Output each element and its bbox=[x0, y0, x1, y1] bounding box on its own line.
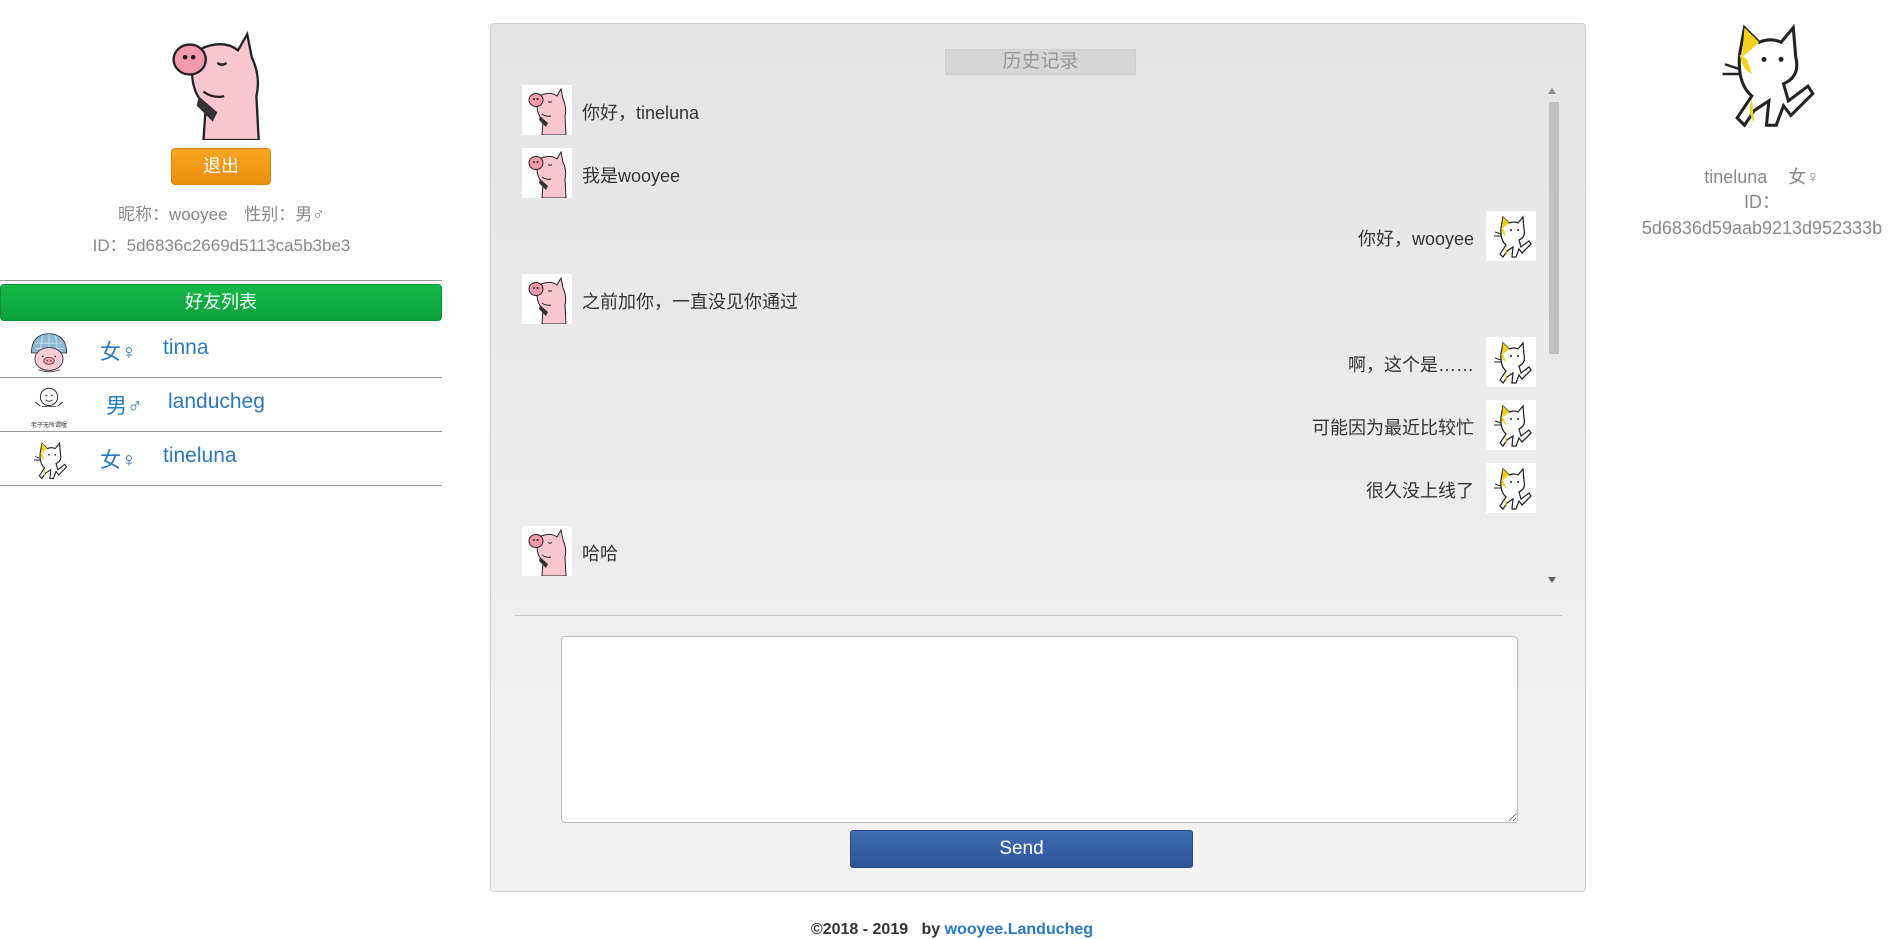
message-item: 啊，这个是…… bbox=[1136, 337, 1536, 387]
friends-list-header: 好友列表 bbox=[0, 284, 442, 321]
peer-gender: 女♀ bbox=[1788, 167, 1820, 187]
message-text: 之前加你，一直没见你通过 bbox=[582, 292, 798, 312]
friend-avatar bbox=[27, 438, 71, 482]
history-button[interactable]: 历史记录 bbox=[945, 49, 1136, 75]
message-avatar bbox=[1486, 463, 1536, 513]
pig-icon bbox=[522, 526, 572, 576]
friend-avatar bbox=[27, 330, 71, 374]
message-avatar bbox=[1486, 211, 1536, 261]
send-button[interactable]: Send bbox=[850, 830, 1193, 868]
message-text: 你好，wooyee bbox=[1357, 229, 1474, 249]
pig-icon bbox=[155, 25, 275, 140]
message-avatar bbox=[522, 85, 572, 135]
yellow-cat-icon bbox=[1486, 337, 1536, 387]
friend-gender: 男♂ bbox=[106, 395, 143, 418]
smiley-face-icon bbox=[27, 384, 71, 420]
divider bbox=[0, 280, 442, 281]
yellow-cat-icon bbox=[1486, 400, 1536, 450]
pig-icon bbox=[522, 148, 572, 198]
message-text: 哈哈 bbox=[582, 544, 618, 564]
peer-id-value: 5d6836d59aab9213d952333b bbox=[1641, 218, 1883, 238]
scrollbar-thumb[interactable] bbox=[1549, 102, 1559, 354]
my-info-line: 昵称：wooyee 性别：男♂ bbox=[0, 200, 443, 225]
friend-gender: 女♀ bbox=[100, 341, 137, 364]
message-avatar bbox=[1486, 400, 1536, 450]
my-gender: 性别：男♂ bbox=[244, 205, 326, 224]
message-list[interactable]: 你好，tineluna 我是wooyee 你好，wooyee 之前加你，一直没见… bbox=[520, 85, 1560, 585]
message-item: 你好，wooyee bbox=[1136, 211, 1536, 261]
peer-info-line: tineluna 女♀ bbox=[1620, 163, 1904, 189]
message-text: 我是wooyee bbox=[582, 166, 681, 186]
my-avatar bbox=[155, 25, 275, 140]
footer: ©2018 - 2019 by wooyee.Landucheg bbox=[0, 921, 1904, 939]
yellow-cat-icon bbox=[1486, 211, 1536, 261]
friend-name[interactable]: landucheg bbox=[168, 390, 265, 414]
friend-name[interactable]: tinna bbox=[163, 336, 209, 360]
message-text: 啊，这个是…… bbox=[1348, 355, 1474, 375]
peer-name: tineluna bbox=[1704, 167, 1768, 187]
footer-copyright: ©2018 - 2019 bbox=[810, 921, 909, 938]
my-id: ID：5d6836c2669d5113ca5b3be3 bbox=[92, 236, 351, 255]
message-avatar bbox=[522, 274, 572, 324]
message-avatar bbox=[522, 526, 572, 576]
message-avatar bbox=[1486, 337, 1536, 387]
friend-avatar: 老子无所谓喔 bbox=[27, 384, 71, 429]
peer-id-label: ID： bbox=[1744, 192, 1780, 212]
avatar-caption: 老子无所谓喔 bbox=[30, 423, 67, 429]
friend-row[interactable]: 女♀ tineluna bbox=[0, 432, 442, 486]
yellow-cat-icon bbox=[1486, 463, 1536, 513]
friend-row[interactable]: 女♀ tinna bbox=[0, 324, 442, 378]
message-item: 可能因为最近比较忙 bbox=[1136, 400, 1536, 450]
yellow-cat-icon bbox=[27, 438, 71, 482]
footer-by: by bbox=[921, 921, 941, 938]
scroll-down-arrow-icon[interactable] bbox=[1548, 577, 1556, 583]
friend-name[interactable]: tineluna bbox=[163, 444, 237, 468]
message-item: 很久没上线了 bbox=[1136, 463, 1536, 513]
message-text: 你好，tineluna bbox=[582, 103, 700, 123]
pig-icon bbox=[522, 85, 572, 135]
peer-avatar bbox=[1701, 13, 1827, 135]
friend-row[interactable]: 老子无所谓喔 男♂ landucheg bbox=[0, 378, 442, 432]
helmet-pig-icon bbox=[27, 330, 71, 374]
scroll-up-arrow-icon[interactable] bbox=[1548, 88, 1556, 94]
message-avatar bbox=[522, 148, 572, 198]
footer-author-link[interactable]: wooyee.Landucheg bbox=[945, 921, 1093, 938]
my-nickname: 昵称：wooyee bbox=[117, 205, 228, 224]
friend-gender: 女♀ bbox=[100, 449, 137, 472]
pig-icon bbox=[522, 274, 572, 324]
left-profile-column: 退出 昵称：wooyee 性别：男♂ ID：5d6836c2669d5113ca… bbox=[0, 0, 443, 500]
message-text: 很久没上线了 bbox=[1366, 481, 1474, 501]
logout-button[interactable]: 退出 bbox=[171, 148, 271, 185]
yellow-cat-icon bbox=[1701, 13, 1827, 135]
divider bbox=[515, 615, 1562, 616]
message-input[interactable] bbox=[561, 636, 1518, 823]
message-text: 可能因为最近比较忙 bbox=[1312, 418, 1474, 438]
